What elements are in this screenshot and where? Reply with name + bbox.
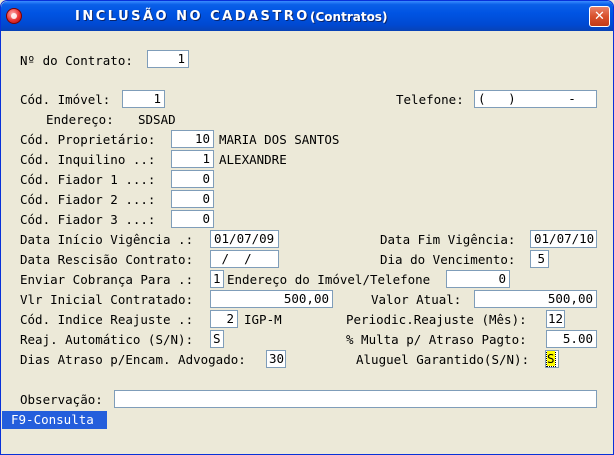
contract-number-field[interactable]: 1 xyxy=(147,50,189,68)
guaranteed-rent-label: Aluguel Garantido(S/N): xyxy=(356,352,530,367)
initial-value-label: Vlr Inicial Contratado: xyxy=(20,292,194,307)
index-name: IGP-M xyxy=(244,312,282,327)
tenant-code-label: Cód. Inquilino ..: xyxy=(20,152,156,167)
billing-desc: Endereço do Imóvel/Telefone xyxy=(227,272,431,287)
current-value-label: Valor Atual: xyxy=(371,292,462,307)
billing-extra-field[interactable]: 0 xyxy=(446,270,510,288)
notes-field[interactable] xyxy=(114,390,597,408)
guarantor3-label: Cód. Fiador 3 ...: xyxy=(20,212,156,227)
owner-name: MARIA DOS SANTOS xyxy=(219,132,340,147)
end-date-label: Data Fim Vigência: xyxy=(380,232,516,247)
owner-code-field[interactable]: 10 xyxy=(171,130,214,148)
adjust-period-field[interactable]: 12 xyxy=(546,310,565,328)
property-code-field[interactable]: 1 xyxy=(122,90,165,108)
f9-lookup-hint: F9-Consulta xyxy=(2,411,107,429)
address-value: SDSAD xyxy=(138,112,176,127)
guarantor2-label: Cód. Fiador 2 ...: xyxy=(20,192,156,207)
due-day-field[interactable]: 5 xyxy=(530,250,549,268)
late-fee-field[interactable]: 5.00 xyxy=(546,330,597,348)
index-code-field[interactable]: 2 xyxy=(210,310,238,328)
phone-label: Telefone: xyxy=(396,92,464,107)
window-title: INCLUSÃO NO CADASTRO xyxy=(75,9,310,24)
billing-field[interactable]: 1 xyxy=(210,270,224,288)
notes-label: Observação: xyxy=(20,392,103,407)
owner-code-label: Cód. Proprietário: xyxy=(20,132,156,147)
due-day-label: Dia do Vencimento: xyxy=(380,252,516,267)
tenant-code-field[interactable]: 1 xyxy=(171,150,214,168)
initial-value-field[interactable]: 500,00 xyxy=(210,290,333,308)
guarantor1-field[interactable]: 0 xyxy=(171,170,214,188)
start-date-label: Data Início Vigência .: xyxy=(20,232,194,247)
current-value-field[interactable]: 500,00 xyxy=(474,290,597,308)
start-date-field[interactable]: 01/07/09 xyxy=(210,230,279,248)
guaranteed-rent-value: S xyxy=(546,351,556,367)
contract-form-window: INCLUSÃO NO CADASTRO (Contratos) ✕ Nº do… xyxy=(0,0,614,455)
app-icon[interactable] xyxy=(6,8,22,24)
adjust-period-label: Periodic.Reajuste (Mês): xyxy=(346,312,527,327)
end-date-field[interactable]: 01/07/10 xyxy=(530,230,597,248)
guarantor1-label: Cód. Fiador 1 ...: xyxy=(20,172,156,187)
late-fee-label: % Multa p/ Atraso Pagto: xyxy=(346,332,527,347)
property-code-label: Cód. Imóvel: xyxy=(20,92,111,107)
window-subtitle: (Contratos) xyxy=(310,10,388,24)
title-bar[interactable]: INCLUSÃO NO CADASTRO (Contratos) ✕ xyxy=(1,1,613,31)
tenant-name: ALEXANDRE xyxy=(219,152,287,167)
close-button[interactable]: ✕ xyxy=(589,6,610,27)
index-code-label: Cód. Indice Reajuste .: xyxy=(20,312,194,327)
auto-adjust-label: Reaj. Automático (S/N): xyxy=(20,332,194,347)
contract-number-label: Nº do Contrato: xyxy=(20,53,133,68)
auto-adjust-field[interactable]: S xyxy=(210,330,224,348)
address-label: Endereço: xyxy=(46,112,114,127)
phone-field[interactable]: ( ) - xyxy=(474,90,597,108)
guarantor3-field[interactable]: 0 xyxy=(171,210,214,228)
overdue-days-label: Dias Atraso p/Encam. Advogado: xyxy=(20,352,246,367)
billing-label: Enviar Cobrança Para .: xyxy=(20,272,194,287)
termination-date-field[interactable]: / / xyxy=(210,250,279,268)
termination-date-label: Data Rescisão Contrato: xyxy=(20,252,194,267)
guaranteed-rent-field[interactable]: S xyxy=(545,350,559,368)
guarantor2-field[interactable]: 0 xyxy=(171,190,214,208)
overdue-days-field[interactable]: 30 xyxy=(266,350,286,368)
